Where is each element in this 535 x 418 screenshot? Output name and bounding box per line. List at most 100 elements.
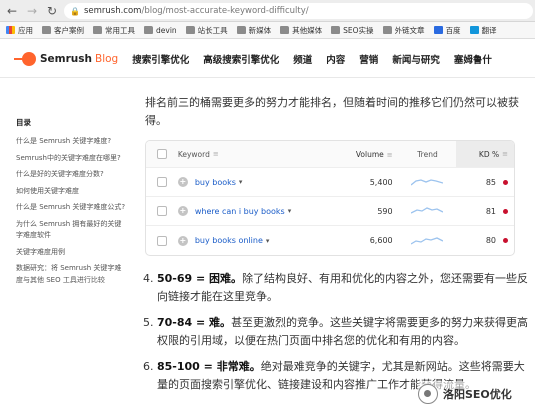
toc-item[interactable]: 关键字难度用例 <box>16 247 128 259</box>
bookmark-folder[interactable]: 客户案例 <box>42 25 84 36</box>
logo-text: Semrush Blog <box>40 53 118 65</box>
difficulty-list: 4. 50-69 = 困难。除了结构良好、有用和优化的内容之外，您还需要有一些反… <box>143 270 530 393</box>
bookmark-baidu[interactable]: 百度 <box>433 25 461 36</box>
bookmark-label: 新媒体 <box>248 25 272 35</box>
trend-sparkline-icon <box>411 179 444 186</box>
bookmark-label: 站长工具 <box>197 25 228 35</box>
keyword-header-label: Keyword <box>177 149 210 159</box>
kd-value: 81 <box>485 206 496 216</box>
kd-value: 85 <box>485 177 496 187</box>
nav-news-research[interactable]: 新闻与研究 <box>392 52 440 66</box>
nav-content[interactable]: 内容 <box>326 52 345 66</box>
caret-down-icon[interactable]: ▾ <box>239 178 243 186</box>
toc-item[interactable]: 什么是 Semrush 关键字难度? <box>16 136 128 148</box>
list-item-text: 50-69 = 困难。除了结构良好、有用和优化的内容之外，您还需要有一些反向链接… <box>157 270 530 305</box>
bookmark-translate[interactable]: 翻译 <box>469 25 497 36</box>
wechat-account-icon <box>418 384 438 404</box>
select-all-checkbox[interactable] <box>156 149 167 159</box>
url-path: /blog/most-accurate-keyword-difficulty/ <box>141 6 309 16</box>
bookmark-folder[interactable]: devin <box>144 26 177 35</box>
table-row: + buy books ▾ 5,400 85 <box>146 168 514 197</box>
list-item-heading: 85-100 = 非常难。 <box>157 360 261 373</box>
add-keyword-icon[interactable]: + <box>177 177 188 187</box>
table-row: + where can i buy books ▾ 590 81 <box>146 197 514 226</box>
toc-item[interactable]: 数据研究：将 Semrush 关键字难度与其他 SEO 工具进行比较 <box>16 263 128 286</box>
reload-icon[interactable]: ↻ <box>44 0 60 22</box>
volume-column-header[interactable]: Volume ≡ <box>337 150 399 159</box>
row-checkbox[interactable] <box>156 235 167 246</box>
toc-item[interactable]: Semrush中的关键字难度在哪里? <box>16 153 128 165</box>
sort-icon: ≡ <box>386 150 393 159</box>
watermark: 洛阳SEO优化 <box>418 381 530 407</box>
bookmark-label: 其他媒体 <box>292 25 323 35</box>
bookmark-folder[interactable]: 常用工具 <box>93 25 135 36</box>
keyword-link[interactable]: buy books online <box>195 236 263 245</box>
list-number: 6. <box>143 360 154 373</box>
bookmark-folder[interactable]: 新媒体 <box>236 25 272 36</box>
semrush-logo[interactable]: Semrush Blog <box>14 51 118 66</box>
row-checkbox[interactable] <box>156 206 167 216</box>
toc-item[interactable]: 为什么 Semrush 拥有最好的关键字难度软件 <box>16 219 128 242</box>
toc-item[interactable]: 如何使用关键字难度 <box>16 186 128 198</box>
keyword-link[interactable]: where can i buy books <box>195 207 285 216</box>
bookmark-label: 常用工具 <box>105 25 135 35</box>
list-item-text: 70-84 = 难。甚至更激烈的竞争。这些关键字将需要更多的努力来获得更高权限的… <box>157 314 530 349</box>
add-keyword-icon[interactable]: + <box>177 235 188 246</box>
toc-item[interactable]: 什么是 Semrush 关键字难度公式? <box>16 202 128 214</box>
nav-semrush[interactable]: 塞姆鲁什 <box>454 52 492 66</box>
list-number: 5. <box>143 316 154 329</box>
bookmark-label: 应用 <box>18 25 33 35</box>
nav-channels[interactable]: 频道 <box>293 52 312 66</box>
bookmark-folder[interactable]: 其他媒体 <box>280 25 322 36</box>
bookmark-folder[interactable]: 外链文章 <box>382 25 425 36</box>
list-item-heading: 70-84 = 难。 <box>157 316 232 329</box>
bookmark-label: 客户案例 <box>54 25 84 35</box>
nav-seo[interactable]: 搜索引擎优化 <box>132 52 189 66</box>
toc-title: 目录 <box>16 118 31 127</box>
folder-icon <box>331 26 341 34</box>
kd-header-label: KD % <box>478 149 500 159</box>
list-item: 4. 50-69 = 困难。除了结构良好、有用和优化的内容之外，您还需要有一些反… <box>143 270 530 305</box>
folder-icon <box>144 26 153 34</box>
address-bar[interactable]: 🔒 semrush.com/blog/most-accurate-keyword… <box>64 3 533 19</box>
bookmark-folder[interactable]: 站长工具 <box>185 25 228 36</box>
brand-name: Semrush <box>40 52 93 65</box>
browser-toolbar: ← → ↻ 🔒 semrush.com/blog/most-accurate-k… <box>0 0 535 22</box>
bookmark-label: 外链文章 <box>394 25 425 35</box>
bookmarks-bar: 应用 客户案例 常用工具 devin 站长工具 新媒体 其他媒体 SEO实操 外… <box>0 22 535 39</box>
watermark-text: 洛阳SEO优化 <box>443 388 512 401</box>
list-item: 5. 70-84 = 难。甚至更激烈的竞争。这些关键字将需要更多的努力来获得更高… <box>143 314 530 349</box>
caret-down-icon[interactable]: ▾ <box>288 207 292 215</box>
table-of-contents: 目录 什么是 Semrush 关键字难度? Semrush中的关键字难度在哪里?… <box>16 117 128 291</box>
trend-column-header: Trend <box>399 150 457 159</box>
folder-icon <box>382 26 392 34</box>
kd-value: 80 <box>485 236 496 245</box>
keyword-column-header[interactable]: Keyword ≡ <box>178 150 337 159</box>
kd-column-header[interactable]: KD % ≡ <box>456 141 514 167</box>
add-keyword-icon[interactable]: + <box>177 206 188 216</box>
row-checkbox[interactable] <box>156 177 167 187</box>
url-text: semrush.com/blog/most-accurate-keyword-d… <box>84 6 309 16</box>
volume-header-label: Volume <box>355 149 384 159</box>
toc-item[interactable]: 什么是好的关键字难度分数? <box>16 169 128 181</box>
bookmark-label: devin <box>156 25 177 35</box>
trend-header-label: Trend <box>417 149 438 159</box>
nav-advanced-seo[interactable]: 高级搜索引擎优化 <box>203 52 279 66</box>
baidu-icon <box>433 26 443 34</box>
bookmark-folder[interactable]: SEO实操 <box>331 25 374 36</box>
keyword-link[interactable]: buy books <box>195 178 236 187</box>
forward-arrow-icon[interactable]: → <box>24 0 40 22</box>
table-header: Keyword ≡ Volume ≡ Trend KD % ≡ <box>146 141 514 168</box>
list-item-heading: 50-69 = 困难。 <box>157 272 243 285</box>
folder-icon <box>236 26 246 34</box>
difficulty-dot-icon <box>503 208 508 214</box>
nav-marketing[interactable]: 营销 <box>359 52 378 66</box>
translate-icon <box>469 26 479 34</box>
table-row: + buy books online ▾ 6,600 80 <box>146 226 514 255</box>
caret-down-icon[interactable]: ▾ <box>266 237 270 245</box>
brand-suffix: Blog <box>95 52 119 65</box>
bookmark-apps[interactable]: 应用 <box>6 25 33 36</box>
site-header: Semrush Blog 搜索引擎优化 高级搜索引擎优化 频道 内容 营销 新闻与… <box>0 40 535 78</box>
semrush-logo-icon <box>14 51 36 66</box>
back-arrow-icon[interactable]: ← <box>4 0 20 22</box>
